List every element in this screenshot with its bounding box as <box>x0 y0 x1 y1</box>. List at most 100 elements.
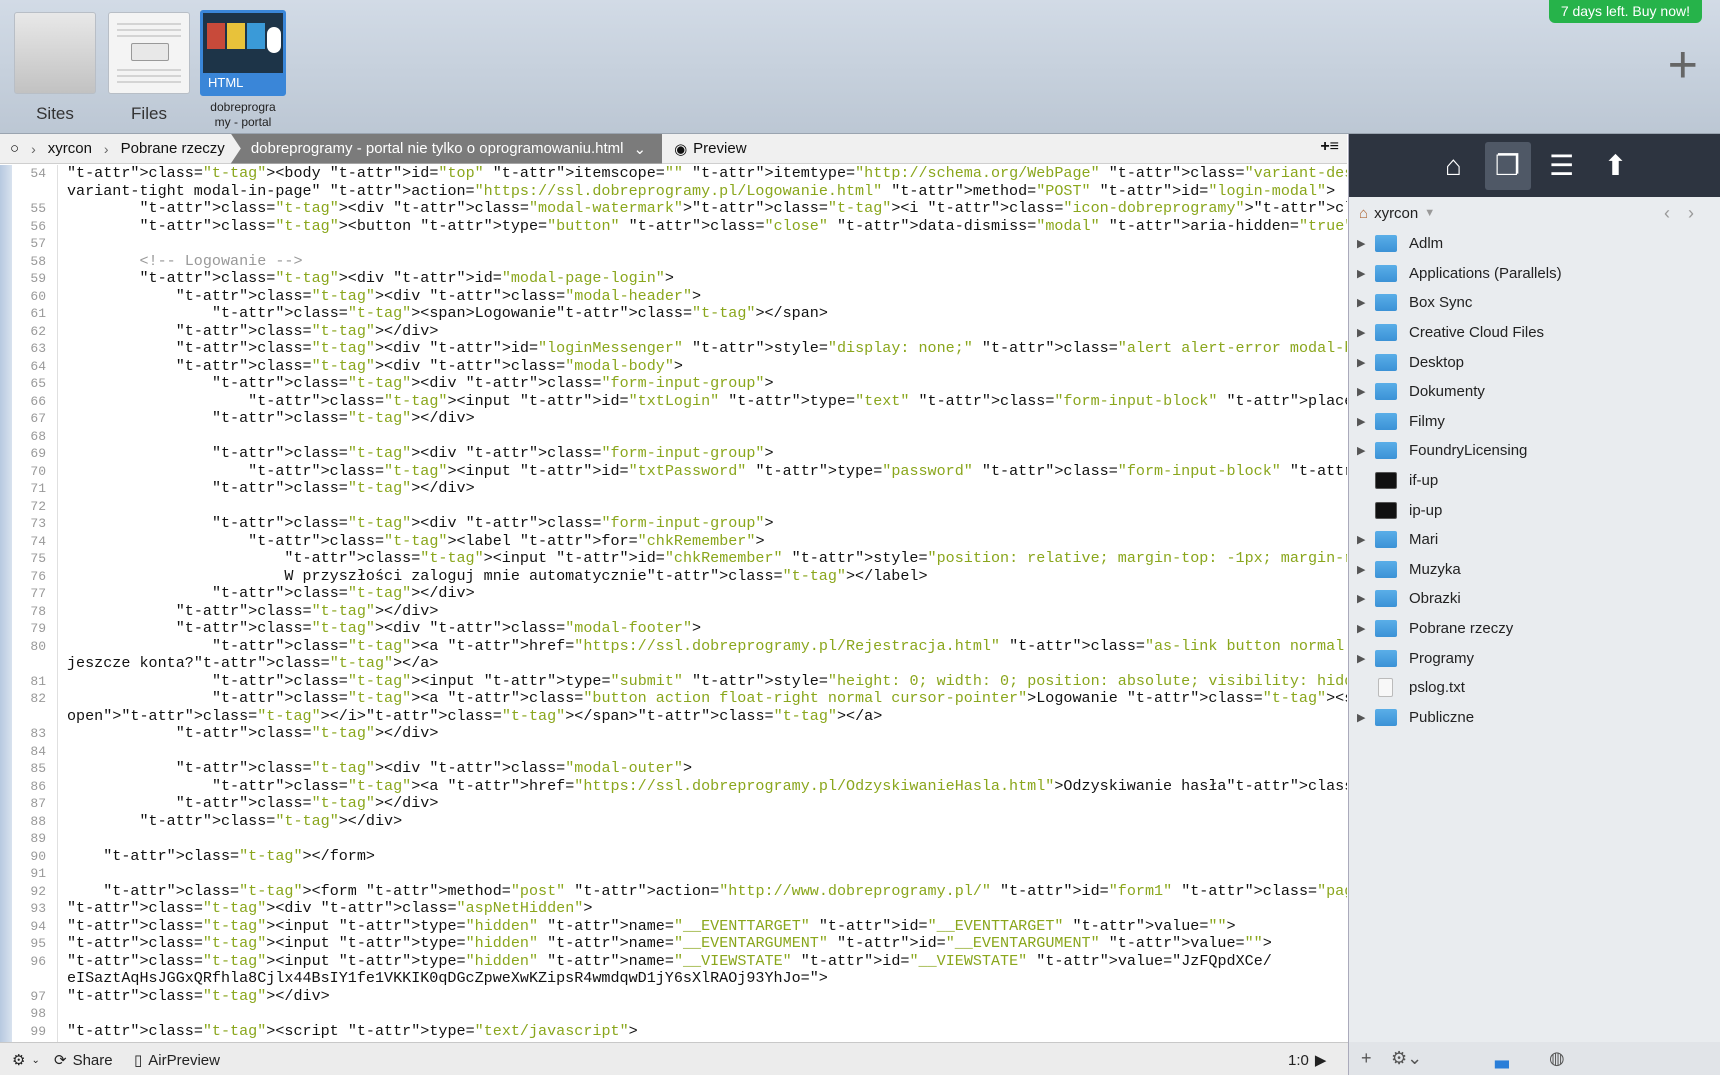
back-circle-icon[interactable]: ○ <box>0 134 25 164</box>
local-icon[interactable]: ▃ <box>1495 1048 1509 1069</box>
code-line[interactable]: 79 "t-attr">class="t-tag"><div "t-attr">… <box>0 619 1347 638</box>
code-line[interactable]: 73 "t-attr">class="t-tag"><div "t-attr">… <box>0 514 1347 533</box>
code-line[interactable]: 84 <box>0 743 1347 761</box>
code-line[interactable]: 83 "t-attr">class="t-tag"></div> <box>0 724 1347 743</box>
breadcrumb-item-xyrcon[interactable]: xyrcon <box>42 134 98 164</box>
code-line[interactable]: 61 "t-attr">class="t-tag"><span>Logowani… <box>0 304 1347 323</box>
code-line[interactable]: 68 <box>0 428 1347 446</box>
code-line[interactable]: 64 "t-attr">class="t-tag"><div "t-attr">… <box>0 357 1347 376</box>
code-line[interactable]: 71 "t-attr">class="t-tag"></div> <box>0 479 1347 498</box>
code-line[interactable]: 56 "t-attr">class="t-tag"><button "t-att… <box>0 217 1347 236</box>
sidebar-item[interactable]: ▶ Mari <box>1349 525 1720 555</box>
code-line[interactable]: 89 <box>0 830 1347 848</box>
disclosure-triangle-icon[interactable]: ▶ <box>1357 356 1375 369</box>
sidebar-item[interactable]: ▶ Filmy <box>1349 407 1720 437</box>
code-line[interactable]: 57 <box>0 235 1347 253</box>
nav-arrows-icon[interactable]: ‹› <box>1664 203 1712 224</box>
code-line[interactable]: 77 "t-attr">class="t-tag"></div> <box>0 584 1347 603</box>
sidebar-item[interactable]: ▶ Desktop <box>1349 347 1720 377</box>
code-line[interactable]: 69 "t-attr">class="t-tag"><div "t-attr">… <box>0 444 1347 463</box>
code-line[interactable]: 58 <!-- Logowanie --> <box>0 252 1347 271</box>
sidebar-item[interactable]: ip-up <box>1349 495 1720 525</box>
code-line[interactable]: variant-tight modal-in-page" "t-attr">ac… <box>0 182 1347 201</box>
code-line[interactable]: 82 "t-attr">class="t-tag"><a "t-attr">cl… <box>0 689 1347 708</box>
code-line[interactable]: 67 "t-attr">class="t-tag"></div> <box>0 409 1347 428</box>
code-line[interactable]: 85 "t-attr">class="t-tag"><div "t-attr">… <box>0 759 1347 778</box>
sidebar-item[interactable]: ▶ Creative Cloud Files <box>1349 318 1720 348</box>
disclosure-triangle-icon[interactable]: ▶ <box>1357 622 1375 635</box>
sidebar-item[interactable]: ▶ Muzyka <box>1349 555 1720 585</box>
code-line[interactable]: open">"t-attr">class="t-tag"></i>"t-attr… <box>0 707 1347 726</box>
breadcrumb-item-downloads[interactable]: Pobrane rzeczy <box>115 134 231 164</box>
sidebar-item[interactable]: ▶ Programy <box>1349 643 1720 673</box>
disclosure-triangle-icon[interactable]: ▶ <box>1357 592 1375 605</box>
code-line[interactable]: 91 <box>0 865 1347 883</box>
files-tile[interactable]: Files <box>108 12 190 124</box>
disclosure-triangle-icon[interactable]: ▶ <box>1357 385 1375 398</box>
home-icon[interactable]: ⌂ <box>1431 142 1477 190</box>
preview-button[interactable]: ◉ Preview <box>674 140 746 158</box>
code-line[interactable]: 76 W przyszłości zaloguj mnie automatycz… <box>0 567 1347 586</box>
code-line[interactable]: 70 "t-attr">class="t-tag"><input "t-attr… <box>0 462 1347 481</box>
sidebar-item[interactable]: ▶ Applications (Parallels) <box>1349 259 1720 289</box>
add-icon[interactable]: + <box>1668 39 1698 91</box>
disclosure-triangle-icon[interactable]: ▶ <box>1357 444 1375 457</box>
code-line[interactable]: 62 "t-attr">class="t-tag"></div> <box>0 322 1347 341</box>
add-list-icon[interactable]: +≡ <box>1320 138 1339 156</box>
code-line[interactable]: 92 "t-attr">class="t-tag"><form "t-attr"… <box>0 882 1347 901</box>
globe-icon[interactable]: ◍ <box>1549 1048 1565 1069</box>
code-line[interactable]: 95 "t-attr">class="t-tag"><input "t-attr"… <box>0 934 1347 953</box>
disclosure-triangle-icon[interactable]: ▶ <box>1357 267 1375 280</box>
code-line[interactable]: 86 "t-attr">class="t-tag"><a "t-attr">hr… <box>0 777 1347 796</box>
disclosure-triangle-icon[interactable]: ▶ <box>1357 326 1375 339</box>
disclosure-triangle-icon[interactable]: ▶ <box>1357 533 1375 546</box>
files-icon[interactable]: ❐ <box>1484 141 1531 190</box>
share-button[interactable]: ⟳ Share <box>54 1051 113 1070</box>
code-line[interactable]: 94 "t-attr">class="t-tag"><input "t-attr"… <box>0 917 1347 936</box>
code-line[interactable]: 87 "t-attr">class="t-tag"></div> <box>0 794 1347 813</box>
sidebar-item[interactable]: ▶ Pobrane rzeczy <box>1349 614 1720 644</box>
code-line[interactable]: 93 "t-attr">class="t-tag"><div "t-attr">c… <box>0 899 1347 918</box>
code-line[interactable]: eISaztAqHsJGGxQRfhla8Cjlx44BsIY1fe1VKKIK… <box>0 969 1347 988</box>
code-line[interactable]: 65 "t-attr">class="t-tag"><div "t-attr">… <box>0 374 1347 393</box>
sidebar-location[interactable]: ⌂ xyrcon ▼ ‹› <box>1349 197 1720 229</box>
sidebar-item[interactable]: if-up <box>1349 466 1720 496</box>
code-line[interactable]: 54 "t-attr">class="t-tag"><body "t-attr">… <box>0 165 1347 183</box>
gear-icon[interactable]: ⚙⌄ <box>1391 1048 1422 1069</box>
disclosure-triangle-icon[interactable]: ▶ <box>1357 711 1375 724</box>
sidebar-item[interactable]: ▶ FoundryLicensing <box>1349 436 1720 466</box>
code-line[interactable]: 78 "t-attr">class="t-tag"></div> <box>0 602 1347 621</box>
code-line[interactable]: jeszcze konta?"t-attr">class="t-tag"></a… <box>0 654 1347 673</box>
code-line[interactable]: 66 "t-attr">class="t-tag"><input "t-attr… <box>0 392 1347 411</box>
sites-tile[interactable]: Sites <box>14 12 96 124</box>
code-line[interactable]: 63 "t-attr">class="t-tag"><div "t-attr">… <box>0 339 1347 358</box>
code-line[interactable]: 99 "t-attr">class="t-tag"><script "t-attr… <box>0 1022 1347 1041</box>
settings-menu[interactable]: ⚙ ⌄ <box>12 1051 40 1069</box>
disclosure-triangle-icon[interactable]: ▶ <box>1357 237 1375 250</box>
disclosure-triangle-icon[interactable]: ▶ <box>1357 415 1375 428</box>
sidebar-item[interactable]: ▶ Box Sync <box>1349 288 1720 318</box>
code-line[interactable]: 90 "t-attr">class="t-tag"></form> <box>0 847 1347 866</box>
upload-icon[interactable]: ⬆ <box>1593 142 1639 190</box>
code-line[interactable]: 98 <box>0 1005 1347 1023</box>
code-line[interactable]: 88 "t-attr">class="t-tag"></div> <box>0 812 1347 831</box>
code-line[interactable]: 60 "t-attr">class="t-tag"><div "t-attr">… <box>0 287 1347 306</box>
sidebar-item[interactable]: ▶ Publiczne <box>1349 703 1720 733</box>
sidebar-item[interactable]: ▶ Obrazki <box>1349 584 1720 614</box>
document-tile[interactable]: HTML dobreprogra my - portal <box>200 10 286 130</box>
breadcrumb-active-file[interactable]: dobreprogramy - portal nie tylko o oprog… <box>230 133 663 164</box>
trial-buy-button[interactable]: 7 days left. Buy now! <box>1548 0 1702 23</box>
code-line[interactable]: 81 "t-attr">class="t-tag"><input "t-attr… <box>0 672 1347 691</box>
sidebar-item[interactable]: ▶ Dokumenty <box>1349 377 1720 407</box>
add-icon[interactable]: + <box>1361 1048 1372 1069</box>
code-line[interactable]: 55 "t-attr">class="t-tag"><div "t-attr">… <box>0 199 1347 218</box>
code-line[interactable]: 72 <box>0 498 1347 516</box>
disclosure-triangle-icon[interactable]: ▶ <box>1357 563 1375 576</box>
code-line[interactable]: 75 "t-attr">class="t-tag"><input "t-attr… <box>0 549 1347 568</box>
play-icon[interactable]: ▶ <box>1315 1051 1327 1069</box>
code-line[interactable]: 59 "t-attr">class="t-tag"><div "t-attr">… <box>0 269 1347 288</box>
code-line[interactable]: 74 "t-attr">class="t-tag"><label "t-attr… <box>0 532 1347 551</box>
disclosure-triangle-icon[interactable]: ▶ <box>1357 296 1375 309</box>
code-editor[interactable]: 54 "t-attr">class="t-tag"><body "t-attr">… <box>0 165 1347 1042</box>
code-line[interactable]: 97 "t-attr">class="t-tag"></div> <box>0 987 1347 1006</box>
